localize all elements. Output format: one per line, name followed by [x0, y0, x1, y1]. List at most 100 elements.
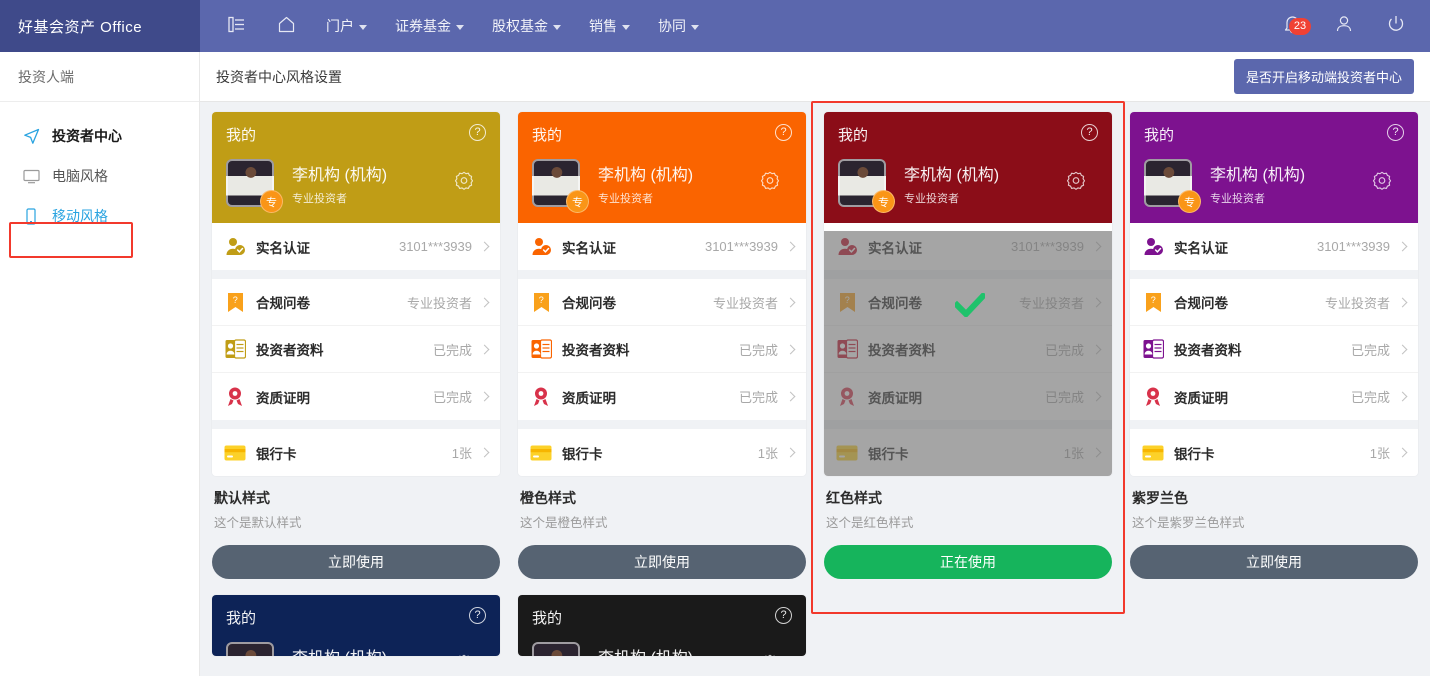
preview-row-value: 已完成: [738, 390, 778, 405]
sidebar-item-desktop-style-label: 电脑风格: [52, 168, 108, 184]
preview-row-实名认证[interactable]: 实名认证 3101***3939: [824, 223, 1112, 270]
use-style-button[interactable]: 立即使用: [1130, 545, 1418, 579]
preview-row-资质证明[interactable]: 资质证明 已完成: [824, 373, 1112, 420]
preview-row-资质证明[interactable]: 资质证明 已完成: [1130, 373, 1418, 420]
preview-row-label: 资质证明: [1174, 390, 1228, 406]
preview-user-name: 李机构 (机构): [292, 166, 388, 184]
nav-item-equity-fund[interactable]: 股权基金: [478, 0, 575, 52]
preview-row-label: 银行卡: [1174, 446, 1215, 462]
preview-row-投资者资料[interactable]: 投资者资料 已完成: [518, 326, 806, 373]
preview-group-divider: [518, 270, 806, 279]
preview-row-资质证明[interactable]: 资质证明 已完成: [212, 373, 500, 420]
preview-row-value: 1张: [1063, 446, 1084, 461]
style-card-partial[interactable]: 我的 ? 专 李机构 (机构) 专业投资者: [212, 595, 500, 656]
preview-row-实名认证[interactable]: 实名认证 3101***3939: [212, 223, 500, 270]
notification-badge: 23: [1289, 17, 1311, 35]
gear-icon[interactable]: [760, 654, 780, 656]
preview-row-投资者资料[interactable]: 投资者资料 已完成: [212, 326, 500, 373]
question-circle-icon[interactable]: ?: [1081, 124, 1098, 141]
preview-body: 实名认证 3101***3939 ? 合规问卷 专业投资者 投资者资料 已完成 …: [518, 223, 806, 476]
notifications-button[interactable]: 23: [1267, 14, 1318, 39]
gear-icon[interactable]: [1066, 171, 1086, 196]
page-title: 投资者中心风格设置: [216, 68, 342, 85]
chevron-right-icon: [479, 447, 490, 458]
preview-row-资质证明[interactable]: 资质证明 已完成: [518, 373, 806, 420]
sidebar-item-mobile-style[interactable]: 移动风格: [0, 196, 199, 236]
gear-icon[interactable]: [1372, 171, 1392, 196]
avatar: [226, 642, 274, 656]
question-circle-icon[interactable]: ?: [469, 607, 486, 624]
preview-row-group: 银行卡 1张: [212, 429, 500, 476]
preview-card-header: 我的 ? 专 李机构 (机构) 专业投资者: [518, 112, 806, 223]
preview-row-group: 实名认证 3101***3939: [1130, 223, 1418, 270]
gear-icon[interactable]: [454, 171, 474, 196]
style-card[interactable]: 我的 ? 专 李机构 (机构) 专业投资者 实名认证 3101***3939 ?…: [1130, 112, 1418, 579]
sidebar-item-investor-center-label: 投资者中心: [52, 128, 122, 144]
logout-button[interactable]: [1370, 14, 1422, 39]
preview-group-divider: [518, 420, 806, 429]
preview-row-group: ? 合规问卷 专业投资者 投资者资料 已完成 资质证明 已完成: [212, 279, 500, 420]
preview-row-label: 资质证明: [562, 390, 616, 406]
style-cards-row-secondary: 我的 ? 专 李机构 (机构) 专业投资者: [212, 595, 1418, 656]
svg-text:?: ?: [232, 295, 237, 305]
nav-item-sales[interactable]: 销售: [575, 0, 644, 52]
preview-user-name: 李机构 (机构): [1210, 166, 1306, 184]
use-style-button[interactable]: 立即使用: [212, 545, 500, 579]
chevron-right-icon: [1397, 344, 1408, 354]
user-account-button[interactable]: [1318, 14, 1370, 39]
preview-row-银行卡[interactable]: 银行卡 1张: [212, 429, 500, 476]
preview-row-银行卡[interactable]: 银行卡 1张: [1130, 429, 1418, 476]
preview-row-group: 实名认证 3101***3939: [824, 223, 1112, 270]
sidebar-item-investor-center[interactable]: 投资者中心: [0, 116, 199, 156]
chevron-right-icon: [1091, 447, 1102, 458]
question-circle-icon[interactable]: ?: [469, 124, 486, 141]
nav-item-equity-fund-label: 股权基金: [492, 18, 548, 34]
style-card[interactable]: 我的 ? 专 李机构 (机构) 专业投资者 实名认证 3101***3939 ?…: [518, 112, 806, 579]
preview-row-label: 银行卡: [562, 446, 603, 462]
style-cards-area: 我的 ? 专 李机构 (机构) 专业投资者 实名认证 3101***3939 ?…: [200, 101, 1430, 656]
nav-item-portal-label: 门户: [326, 18, 354, 34]
avatar-wrapper: 专: [838, 159, 895, 213]
preview-row-value: 1张: [1369, 446, 1390, 461]
preview-row-group: 银行卡 1张: [518, 429, 806, 476]
in-use-button[interactable]: 正在使用: [824, 545, 1112, 579]
chevron-right-icon: [785, 297, 796, 307]
preview-row-投资者资料[interactable]: 投资者资料 已完成: [824, 326, 1112, 373]
preview-row-value: 专业投资者: [1324, 295, 1390, 311]
sidebar-item-desktop-style[interactable]: 电脑风格: [0, 156, 199, 196]
preview-row-value: 1张: [451, 446, 472, 461]
gear-icon[interactable]: [760, 171, 780, 196]
preview-row-实名认证[interactable]: 实名认证 3101***3939: [518, 223, 806, 270]
avatar-wrapper: 专: [1144, 159, 1201, 213]
nav-item-portal[interactable]: 门户: [312, 0, 381, 52]
style-card-partial[interactable]: 我的 ? 专 李机构 (机构) 专业投资者: [518, 595, 806, 656]
preview-row-合规问卷[interactable]: ? 合规问卷 专业投资者: [824, 279, 1112, 326]
verified-user-icon: [530, 236, 552, 258]
preview-row-label: 银行卡: [868, 446, 909, 462]
preview-row-实名认证[interactable]: 实名认证 3101***3939: [1130, 223, 1418, 270]
preview-row-合规问卷[interactable]: ? 合规问卷 专业投资者: [212, 279, 500, 326]
page-header: 投资者中心风格设置 是否开启移动端投资者中心: [200, 52, 1430, 102]
avatar-wrapper: 专: [532, 642, 580, 656]
preview-row-group: 银行卡 1张: [824, 429, 1112, 476]
preview-row-银行卡[interactable]: 银行卡 1张: [824, 429, 1112, 476]
preview-row-合规问卷[interactable]: ? 合规问卷 专业投资者: [1130, 279, 1418, 326]
preview-row-投资者资料[interactable]: 投资者资料 已完成: [1130, 326, 1418, 373]
use-style-button[interactable]: 立即使用: [518, 545, 806, 579]
question-circle-icon[interactable]: ?: [775, 124, 792, 141]
question-circle-icon[interactable]: ?: [1387, 124, 1404, 141]
style-card[interactable]: 我的 ? 专 李机构 (机构) 专业投资者 实名认证 3101***3939 ?…: [212, 112, 500, 579]
nav-item-collaboration[interactable]: 协同: [644, 0, 713, 52]
style-name: 默认样式: [214, 490, 270, 506]
home-button[interactable]: [261, 0, 312, 52]
menu-collapse-button[interactable]: [212, 0, 261, 52]
preview-row-银行卡[interactable]: 银行卡 1张: [518, 429, 806, 476]
style-card[interactable]: 我的 ? 专 李机构 (机构) 专业投资者 实名认证 3101***3939 ?…: [811, 101, 1125, 614]
preview-row-value: 专业投资者: [1018, 295, 1084, 311]
nav-item-securities-fund[interactable]: 证券基金: [381, 0, 478, 52]
preview-row-合规问卷[interactable]: ? 合规问卷 专业投资者: [518, 279, 806, 326]
question-circle-icon[interactable]: ?: [775, 607, 792, 624]
power-icon: [1386, 14, 1406, 39]
toggle-mobile-investor-center-button[interactable]: 是否开启移动端投资者中心: [1233, 59, 1414, 94]
gear-icon[interactable]: [454, 654, 474, 656]
